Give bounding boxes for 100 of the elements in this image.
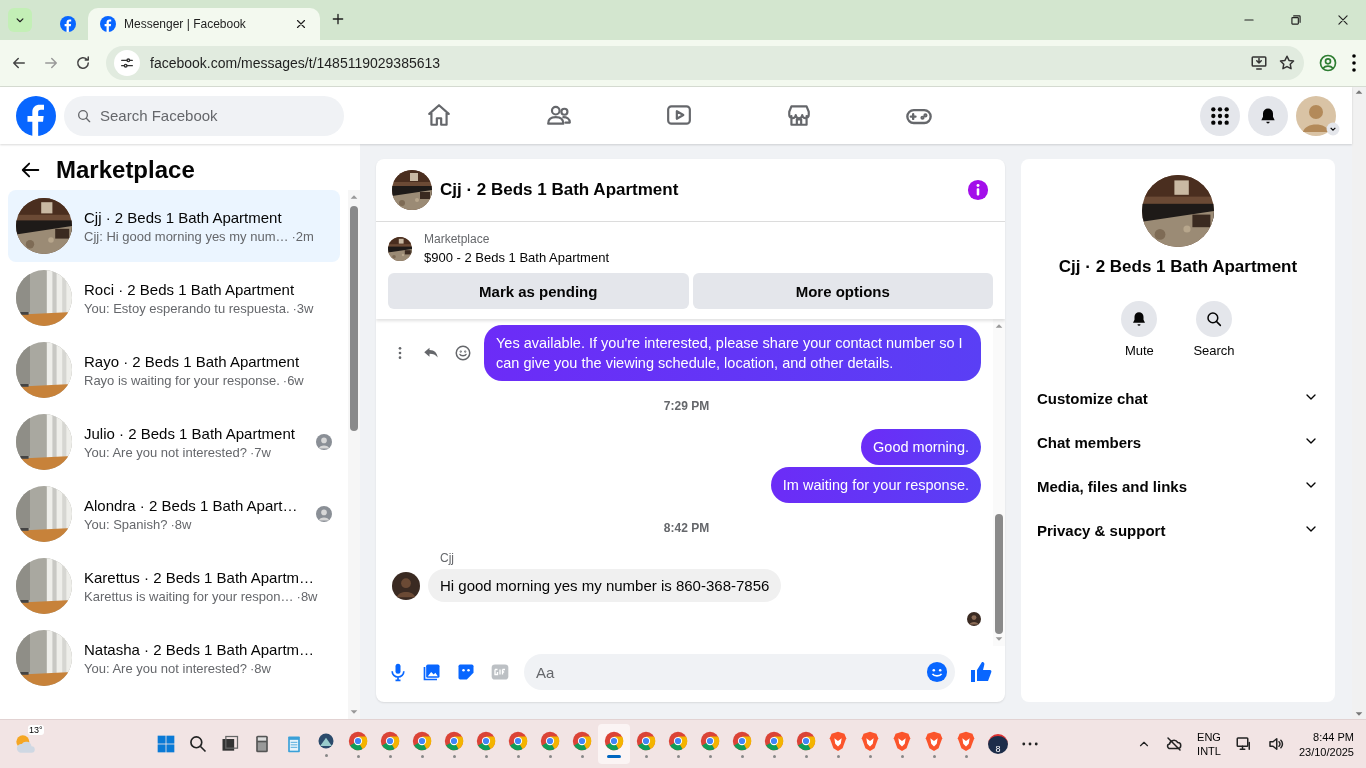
message-time: ·8w [170, 516, 192, 532]
speaker-icon [1266, 735, 1285, 753]
microphone-icon [388, 662, 408, 682]
conversation-item[interactable]: Karettus · 2 Beds 1 Bath Apartm… Karettus is waiting for your respon… ·8w [8, 550, 340, 622]
lion-shield-icon [923, 730, 945, 752]
conversation-item[interactable]: Roci · 2 Beds 1 Bath Apartment You: Estoy esperando tu respuesta. ·3w [8, 262, 340, 334]
received-message: Hi good morning yes my number is 860-368-7856 [428, 569, 782, 602]
close-icon [1335, 13, 1350, 27]
sent-message: Yes available. If you're interested, please share your contact number so I can give you the viewing schedule, location, and other details. [484, 325, 981, 381]
cloud-off-icon [1165, 735, 1184, 753]
profile-avatar [1296, 95, 1336, 136]
tune-icon [119, 55, 135, 71]
message-preview: You: Spanish? [84, 516, 168, 532]
lion-shield-icon [891, 730, 913, 752]
listing-button[interactable]: Mark as pending [388, 273, 689, 309]
conversation-name: Cjj · 2 Beds 1 Bath Apartment [84, 208, 283, 226]
chrome-icon [667, 730, 689, 752]
message-preview: Cjj: Hi good morning yes my num… [84, 228, 289, 244]
profile-icon [1318, 53, 1338, 73]
sender-name: Cjj [440, 551, 455, 565]
reload-icon [74, 54, 92, 72]
listing-button[interactable]: More options [692, 273, 993, 309]
conversation-item[interactable]: Cjj · 2 Beds 1 Bath Apartment Cjj: Hi good morning yes my num… ·2m [8, 190, 340, 262]
message-field[interactable]: Aa [524, 654, 955, 690]
message-preview: Karettus is waiting for your respon… [84, 588, 294, 604]
home-icon [426, 101, 452, 128]
restore-icon [1288, 13, 1303, 27]
close-icon [294, 17, 308, 31]
scrollbar-thumb[interactable] [350, 206, 358, 431]
address-bar[interactable]: facebook.com/messages/t/1485119029385613 [106, 46, 1304, 80]
new-tab-icon [330, 11, 346, 27]
message-time: ·8w [296, 588, 318, 604]
chrome-icon [411, 730, 433, 752]
chat-title: Cjj · 2 Beds 1 Bath Apartment [440, 180, 680, 200]
listing-source: Marketplace [424, 232, 491, 246]
lion-shield-icon [859, 730, 881, 752]
browser-tab[interactable]: Messenger | Facebook [88, 8, 320, 40]
lion-shield-icon [955, 730, 977, 752]
settings-section[interactable]: Chat members [1021, 420, 1335, 464]
chrome-icon [763, 730, 785, 752]
facebook-logo-icon [60, 16, 76, 32]
page-scrollbar[interactable] [1352, 87, 1366, 719]
tab-list-button[interactable] [8, 8, 32, 32]
chrome-icon [635, 730, 657, 752]
emoji-icon [926, 661, 948, 683]
message-preview: You: Are you not interested? [84, 444, 247, 460]
scrollbar[interactable] [993, 319, 1005, 646]
clock-time: 8:44 PM [1313, 730, 1354, 743]
chrome-icon [539, 730, 561, 752]
chrome-icon [731, 730, 753, 752]
conversation-item[interactable]: Natasha · 2 Beds 1 Bath Apartm… You: Are you not interested? ·8w [8, 622, 340, 694]
star-icon [1278, 54, 1296, 72]
conversation-item[interactable]: Rayo · 2 Beds 1 Bath Apartment Rayo is waiting for your response. ·6w [8, 334, 340, 406]
message-preview: You: Estoy esperando tu respuesta. [84, 300, 290, 316]
conversation-item[interactable]: Alondra · 2 Beds 1 Bath Apart… You: Spanish? ·8w [8, 478, 340, 550]
taskbar-app[interactable]: 8 [982, 724, 1014, 764]
conversation-name: Karettus · 2 Beds 1 Bath Apartm… [84, 568, 316, 586]
chrome-icon [603, 730, 625, 752]
scrollbar-thumb[interactable] [995, 514, 1003, 634]
message-preview: You: Are you not interested? [84, 660, 247, 676]
conversation-name: Rayo · 2 Beds 1 Bath Apartment [84, 352, 301, 370]
app-icon [316, 731, 336, 751]
search-icon [76, 107, 92, 124]
chrome-icon [475, 730, 497, 752]
message-time: ·6w [282, 372, 304, 388]
notifications-button[interactable] [1248, 95, 1288, 136]
conversation-item[interactable]: Julio · 2 Beds 1 Bath Apartment You: Are you not interested? ·7w [8, 406, 340, 478]
chrome-icon [443, 730, 465, 752]
settings-section[interactable]: Privacy & support [1021, 508, 1335, 552]
timestamp: 8:42 PM [663, 521, 710, 535]
chrome-icon [699, 730, 721, 752]
chrome-icon [795, 730, 817, 752]
menu-icon[interactable] [1352, 54, 1356, 72]
photo-icon [422, 662, 442, 682]
search-icon [1205, 310, 1223, 328]
chrome-icon [571, 730, 593, 752]
gif-icon [490, 662, 510, 682]
scrollbar[interactable] [348, 190, 360, 719]
settings-section[interactable]: Customize chat [1021, 376, 1335, 420]
seen-avatar [967, 612, 981, 626]
conversation-name: Julio · 2 Beds 1 Bath Apartment [84, 424, 296, 442]
search-field[interactable]: Search Facebook [64, 95, 344, 136]
sender-avatar [392, 571, 420, 600]
timestamp: 7:29 PM [663, 399, 710, 413]
sticker-icon [456, 662, 476, 682]
read-receipt-avatar [316, 434, 332, 450]
lion-shield-icon [827, 730, 849, 752]
more-icon [1022, 742, 1038, 746]
listing-title: $900 - 2 Beds 1 Bath Apartment [424, 250, 609, 265]
facebook-logo-icon [16, 95, 56, 136]
message-preview: Rayo is waiting for your response. [84, 372, 280, 388]
read-receipt-avatar [316, 506, 332, 522]
sidebar-title: Marketplace [56, 156, 195, 184]
chrome-icon [507, 730, 529, 752]
settings-section[interactable]: Media, files and links [1021, 464, 1335, 508]
install-icon [1250, 54, 1268, 72]
facebook-logo-icon [100, 16, 116, 32]
gauge-app-icon[interactable]: 8 [988, 734, 1008, 754]
menu-button[interactable] [1200, 95, 1240, 136]
taskbar-app[interactable] [598, 724, 630, 764]
